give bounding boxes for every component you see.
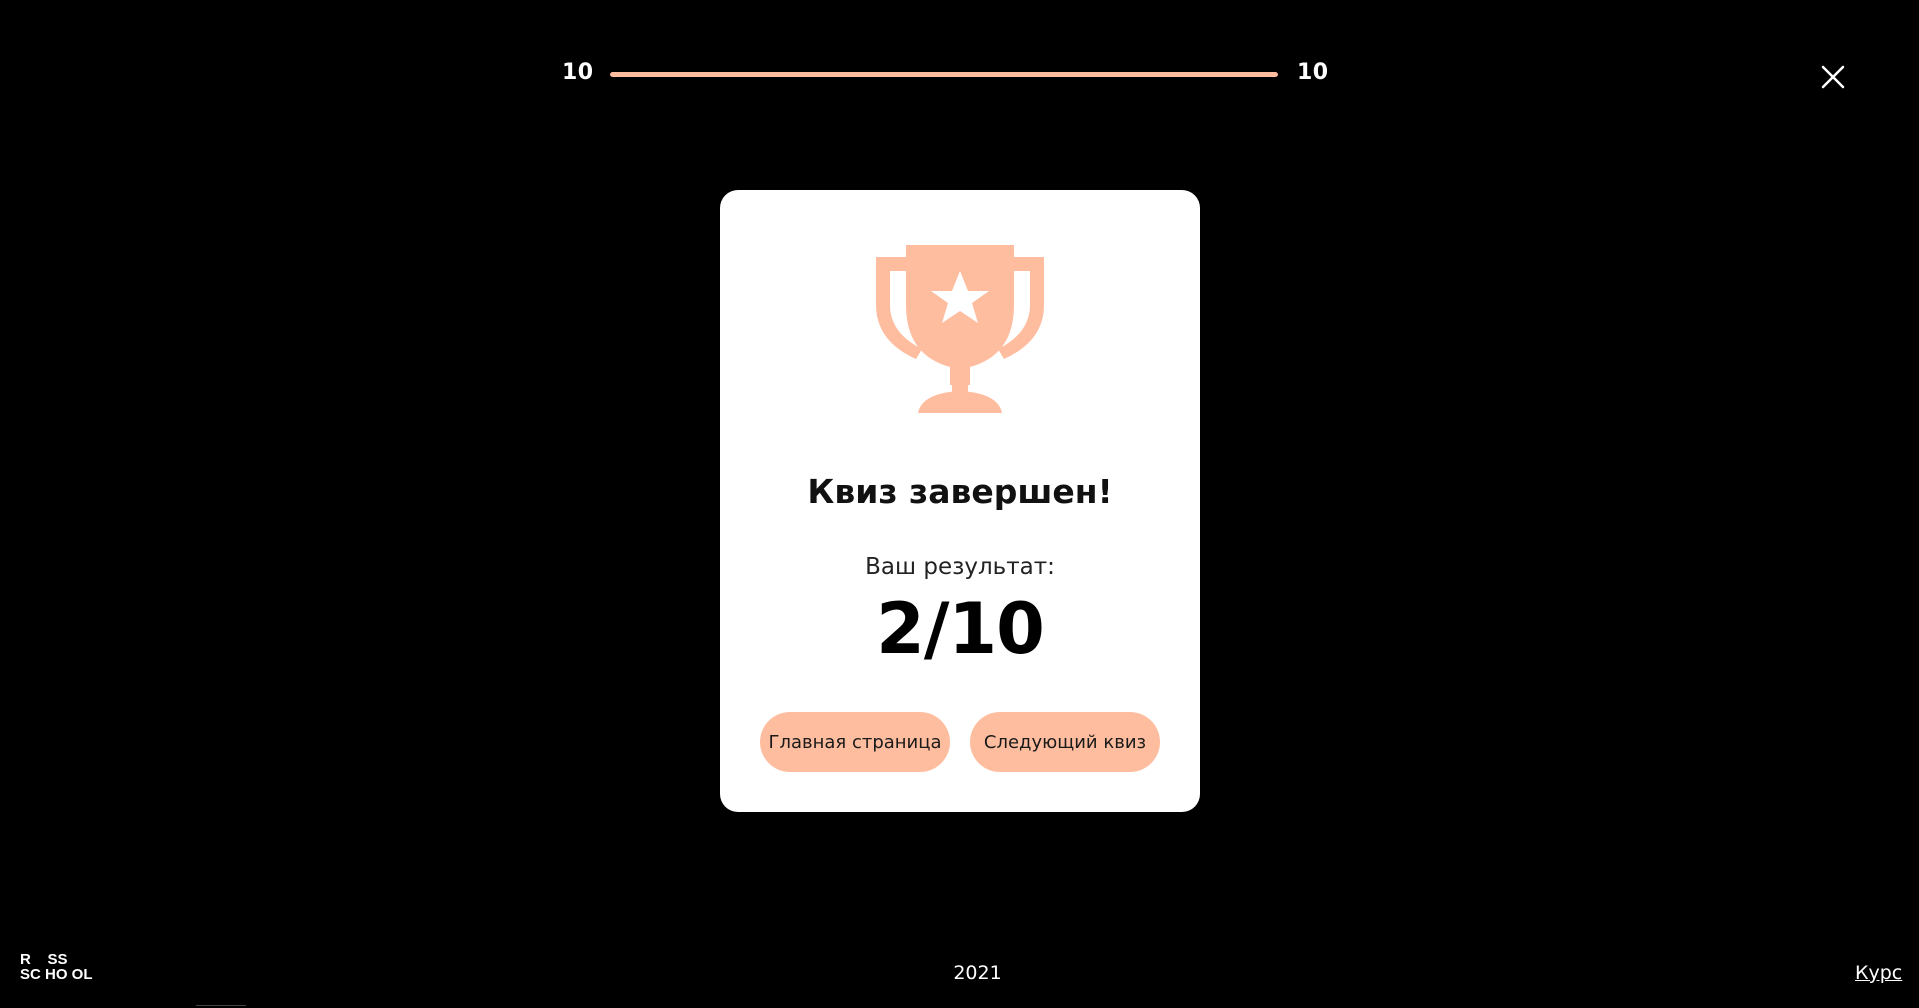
footer-divider — [196, 1005, 246, 1006]
progress-current: 10 — [562, 60, 594, 85]
result-label: Ваш результат: — [865, 554, 1055, 580]
trophy-icon — [876, 245, 1044, 413]
progress-track — [610, 72, 1278, 77]
progress-fill — [610, 72, 1278, 77]
footer: R SS SC HO OL 2021 Курс — [0, 940, 1919, 1008]
progress-total: 10 — [1297, 60, 1329, 85]
next-quiz-button[interactable]: Следующий квиз — [970, 712, 1160, 772]
quiz-progress-bar: 10 10 — [0, 52, 1919, 96]
quiz-complete-title: Квиз завершен! — [807, 472, 1113, 511]
result-score: 2/10 — [876, 588, 1045, 670]
course-link[interactable]: Курс — [1855, 962, 1902, 984]
home-page-button[interactable]: Главная страница — [760, 712, 950, 772]
close-button[interactable] — [1818, 62, 1848, 92]
quiz-result-card: Квиз завершен! Ваш результат: 2/10 Главн… — [720, 190, 1200, 812]
footer-year: 2021 — [953, 962, 1002, 984]
close-icon — [1821, 65, 1845, 89]
